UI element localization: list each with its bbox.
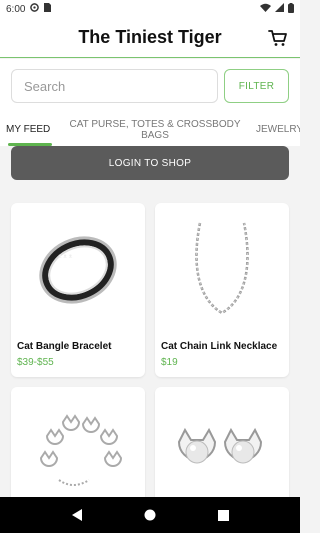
filter-button[interactable]: FILTER [224,69,289,103]
product-name: Cat Bangle Bracelet [17,341,112,352]
home-button[interactable] [138,503,162,527]
category-tabs: MY FEED CAT PURSE, TOTES & CROSSBODY BAG… [0,113,300,146]
app-header: The Tiniest Tiger [0,18,300,58]
svg-text:ᴥ ᴥ ᴥ: ᴥ ᴥ ᴥ [58,254,73,260]
tab-jewelry[interactable]: JEWELRY [250,113,300,146]
tab-label: MY FEED [6,124,51,135]
status-bar: 6:00 [0,0,300,18]
wifi-icon [260,3,271,15]
sim-icon [44,3,52,15]
search-input[interactable] [11,69,218,103]
bangle-bracelet-image: ᴥ ᴥ ᴥ [11,203,145,333]
tab-my-feed[interactable]: MY FEED [0,113,60,146]
recents-button[interactable] [211,503,235,527]
tab-label: JEWELRY [256,124,300,135]
chain-necklace-image [155,203,289,333]
tab-cat-purse-totes[interactable]: CAT PURSE, TOTES & CROSSBODY BAGS [60,113,250,146]
product-card[interactable]: ᴥ ᴥ ᴥ Cat Bangle Bracelet $39-$55 [11,203,145,377]
product-name: Cat Chain Link Necklace [161,341,278,352]
home-icon [144,509,156,521]
status-time: 6:00 [6,3,26,15]
app-title: The Tiniest Tiger [78,27,222,47]
back-button[interactable] [65,503,89,527]
tab-label: CAT PURSE, TOTES & CROSSBODY BAGS [69,118,241,141]
back-icon [71,509,82,521]
signal-icon [275,3,284,15]
cart-button[interactable] [268,28,288,48]
product-price: $39-$55 [17,357,54,368]
system-nav-bar [0,497,300,533]
product-card[interactable]: Cat Chain Link Necklace $19 [155,203,289,377]
login-to-shop-button[interactable]: LOGIN TO SHOP [11,146,289,180]
recents-icon [217,509,229,521]
cart-icon [268,30,287,46]
product-price: $19 [161,357,178,368]
search-row: FILTER [0,59,300,113]
settings-icon [30,3,40,15]
battery-icon [288,2,294,16]
